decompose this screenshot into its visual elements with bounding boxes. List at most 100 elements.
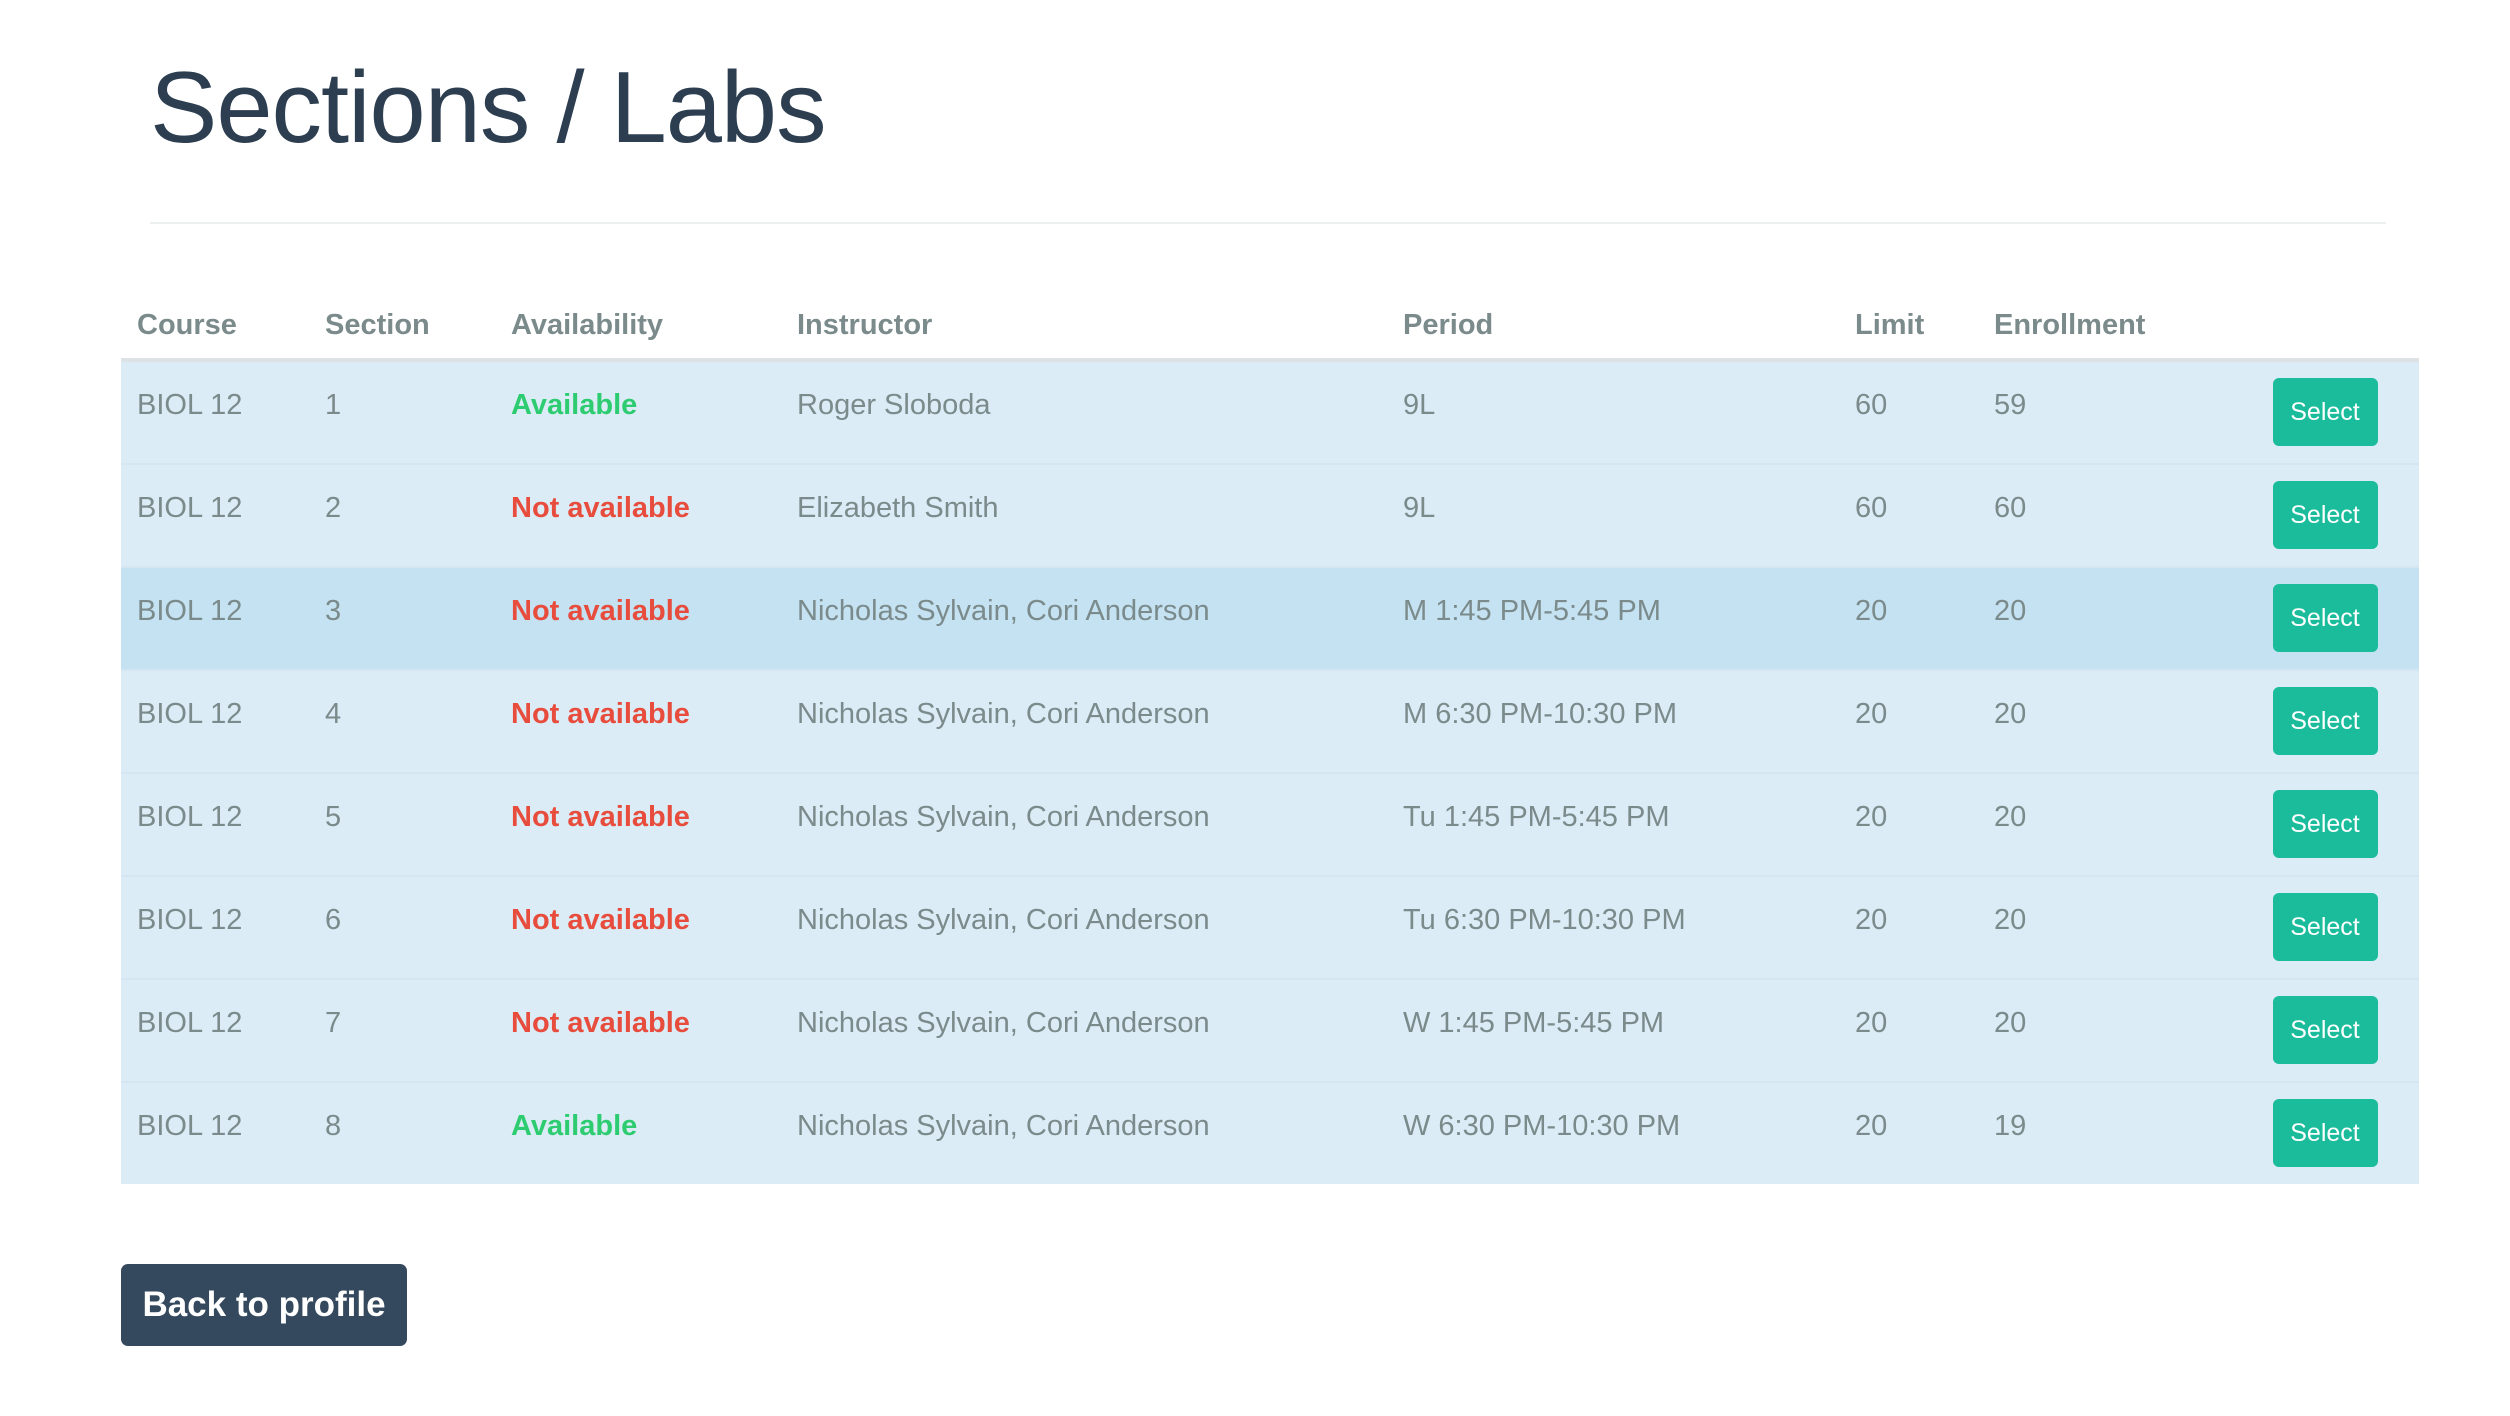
limit-value: 20	[1855, 801, 1888, 833]
back-to-profile-button[interactable]: Back to profile	[121, 1264, 407, 1346]
instructor-cell: Roger Sloboda	[781, 360, 1387, 464]
limit-cell: 20	[1839, 875, 1978, 979]
section-cell: 6	[309, 875, 495, 979]
availability-status: Available	[511, 389, 638, 421]
course-text: BIOL 12	[137, 904, 243, 936]
limit-value: 60	[1855, 492, 1888, 524]
action-cell: Select	[2211, 566, 2419, 670]
column-header-action	[2211, 292, 2419, 362]
course-text: BIOL 12	[137, 1110, 243, 1142]
instructor-name: Nicholas Sylvain, Cori Anderson	[797, 595, 1210, 627]
limit-value: 20	[1855, 1007, 1888, 1039]
instructor-cell: Elizabeth Smith	[781, 463, 1387, 567]
availability-status: Not available	[511, 801, 690, 833]
enrollment-cell: 20	[1978, 669, 2211, 773]
period-text: 9L	[1403, 492, 1436, 524]
course-cell: BIOL 12	[121, 566, 309, 670]
table-row: BIOL 12 4 Not available Nicholas Sylvain…	[121, 669, 2419, 773]
limit-cell: 20	[1839, 772, 1978, 876]
action-cell: Select	[2211, 1081, 2419, 1184]
table-body: BIOL 12 1 Available Roger Sloboda 9L 60 …	[121, 360, 2419, 1184]
enrollment-cell: 20	[1978, 978, 2211, 1082]
course-text: BIOL 12	[137, 1007, 243, 1039]
select-button[interactable]: Select	[2272, 378, 2378, 446]
instructor-name: Nicholas Sylvain, Cori Anderson	[797, 904, 1210, 936]
section-number: 6	[325, 904, 342, 936]
instructor-name: Nicholas Sylvain, Cori Anderson	[797, 1007, 1210, 1039]
period-text: Tu 1:45 PM-5:45 PM	[1403, 801, 1670, 833]
section-number: 1	[325, 389, 342, 421]
enrollment-value: 20	[1994, 904, 2027, 936]
select-button[interactable]: Select	[2272, 893, 2378, 961]
action-cell: Select	[2211, 978, 2419, 1082]
table-row: BIOL 12 1 Available Roger Sloboda 9L 60 …	[121, 360, 2419, 464]
enrollment-value: 19	[1994, 1110, 2027, 1142]
column-header-availability: Availability	[495, 292, 781, 362]
instructor-name: Nicholas Sylvain, Cori Anderson	[797, 1110, 1210, 1142]
section-cell: 8	[309, 1081, 495, 1184]
course-text: BIOL 12	[137, 595, 243, 627]
period-cell: 9L	[1387, 360, 1839, 464]
limit-cell: 60	[1839, 463, 1978, 567]
availability-cell: Available	[495, 360, 781, 464]
course-cell: BIOL 12	[121, 875, 309, 979]
section-cell: 1	[309, 360, 495, 464]
course-cell: BIOL 12	[121, 360, 309, 464]
limit-value: 20	[1855, 1110, 1888, 1142]
course-text: BIOL 12	[137, 801, 243, 833]
period-cell: Tu 6:30 PM-10:30 PM	[1387, 875, 1839, 979]
select-button[interactable]: Select	[2272, 790, 2378, 858]
column-header-limit: Limit	[1839, 292, 1978, 362]
select-button[interactable]: Select	[2272, 687, 2378, 755]
section-cell: 7	[309, 978, 495, 1082]
availability-status: Not available	[511, 492, 690, 524]
section-cell: 5	[309, 772, 495, 876]
instructor-name: Nicholas Sylvain, Cori Anderson	[797, 801, 1210, 833]
limit-value: 20	[1855, 595, 1888, 627]
enrollment-cell: 20	[1978, 772, 2211, 876]
table-row: BIOL 12 6 Not available Nicholas Sylvain…	[121, 875, 2419, 979]
instructor-name: Roger Sloboda	[797, 389, 991, 421]
section-number: 3	[325, 595, 342, 627]
availability-status: Not available	[511, 1007, 690, 1039]
select-button[interactable]: Select	[2272, 996, 2378, 1064]
availability-cell: Not available	[495, 669, 781, 773]
section-number: 7	[325, 1007, 342, 1039]
availability-status: Not available	[511, 904, 690, 936]
instructor-cell: Nicholas Sylvain, Cori Anderson	[781, 1081, 1387, 1184]
course-cell: BIOL 12	[121, 1081, 309, 1184]
enrollment-value: 59	[1994, 389, 2027, 421]
availability-status: Available	[511, 1110, 638, 1142]
limit-cell: 20	[1839, 669, 1978, 773]
column-header-section: Section	[309, 292, 495, 362]
select-button[interactable]: Select	[2272, 481, 2378, 549]
table-row: BIOL 12 3 Not available Nicholas Sylvain…	[121, 566, 2419, 670]
title-divider	[150, 222, 2386, 224]
availability-cell: Not available	[495, 463, 781, 567]
enrollment-value: 20	[1994, 1007, 2027, 1039]
period-cell: W 1:45 PM-5:45 PM	[1387, 978, 1839, 1082]
table-row: BIOL 12 8 Available Nicholas Sylvain, Co…	[121, 1081, 2419, 1184]
period-text: M 1:45 PM-5:45 PM	[1403, 595, 1661, 627]
select-button[interactable]: Select	[2272, 584, 2378, 652]
enrollment-value: 20	[1994, 801, 2027, 833]
enrollment-cell: 20	[1978, 875, 2211, 979]
action-cell: Select	[2211, 669, 2419, 773]
enrollment-cell: 59	[1978, 360, 2211, 464]
course-text: BIOL 12	[137, 389, 243, 421]
period-cell: Tu 1:45 PM-5:45 PM	[1387, 772, 1839, 876]
action-cell: Select	[2211, 360, 2419, 464]
section-cell: 4	[309, 669, 495, 773]
section-cell: 3	[309, 566, 495, 670]
course-cell: BIOL 12	[121, 463, 309, 567]
select-button[interactable]: Select	[2272, 1099, 2378, 1167]
table-header-row: Course Section Availability Instructor P…	[121, 292, 2419, 362]
limit-value: 20	[1855, 904, 1888, 936]
section-number: 5	[325, 801, 342, 833]
period-cell: 9L	[1387, 463, 1839, 567]
enrollment-value: 20	[1994, 698, 2027, 730]
section-number: 2	[325, 492, 342, 524]
period-text: W 6:30 PM-10:30 PM	[1403, 1110, 1681, 1142]
action-cell: Select	[2211, 772, 2419, 876]
course-text: BIOL 12	[137, 492, 243, 524]
